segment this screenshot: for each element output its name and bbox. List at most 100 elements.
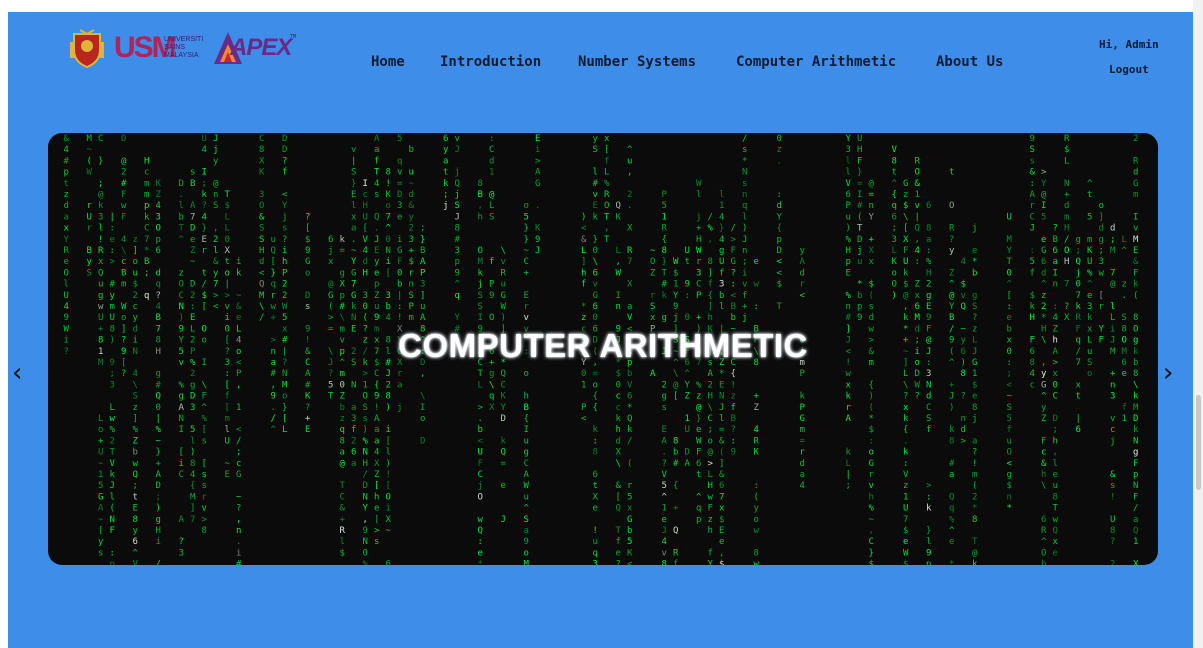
matrix-glyph: : bbox=[1030, 179, 1035, 189]
matrix-glyph: h bbox=[708, 313, 713, 323]
matrix-glyph: Z bbox=[754, 403, 760, 413]
nav-about-us[interactable]: About Us bbox=[936, 54, 1003, 70]
matrix-glyph: 2 bbox=[110, 436, 115, 446]
matrix-glyph: k bbox=[949, 425, 955, 435]
matrix-glyph: z bbox=[179, 268, 184, 278]
matrix-glyph: a bbox=[443, 156, 448, 166]
matrix-glyph: z bbox=[64, 190, 69, 200]
matrix-glyph: D bbox=[363, 481, 368, 491]
matrix-glyph: 3 bbox=[455, 246, 460, 256]
matrix-glyph: H bbox=[156, 526, 161, 536]
matrix-glyph: ) bbox=[190, 448, 195, 458]
matrix-glyph: g bbox=[489, 369, 494, 379]
matrix-glyph: 8 bbox=[673, 436, 678, 446]
matrix-glyph: 6 bbox=[386, 560, 391, 565]
matrix-glyph: C bbox=[478, 470, 483, 480]
matrix-glyph: ^ bbox=[1087, 280, 1093, 290]
matrix-glyph: q bbox=[489, 392, 494, 402]
matrix-glyph: ; bbox=[1110, 235, 1115, 245]
matrix-glyph: s bbox=[202, 481, 207, 491]
matrix-glyph: 6 bbox=[593, 302, 598, 312]
matrix-glyph: ; bbox=[98, 179, 103, 189]
nav-number-systems[interactable]: Number Systems bbox=[578, 54, 696, 70]
matrix-glyph: l bbox=[593, 168, 598, 178]
matrix-glyph: Q bbox=[259, 280, 264, 290]
nav-computer-arithmetic[interactable]: Computer Arithmetic bbox=[736, 54, 896, 70]
matrix-glyph: 9 bbox=[374, 392, 379, 402]
matrix-glyph: A bbox=[846, 414, 852, 424]
matrix-glyph: I bbox=[179, 425, 184, 435]
matrix-glyph: I bbox=[1041, 201, 1046, 211]
carousel-prev-arrow-icon[interactable]: ‹ bbox=[12, 360, 22, 386]
matrix-glyph: ^ bbox=[685, 369, 691, 379]
matrix-glyph: F bbox=[478, 459, 483, 469]
matrix-glyph: G bbox=[627, 515, 632, 525]
matrix-glyph: x bbox=[1053, 537, 1059, 547]
matrix-glyph: J bbox=[386, 369, 391, 379]
scrollbar-thumb[interactable] bbox=[1196, 395, 1201, 490]
matrix-glyph: 6 bbox=[892, 212, 897, 222]
matrix-glyph: J bbox=[1030, 224, 1035, 234]
matrix-glyph: 1 bbox=[685, 414, 690, 424]
matrix-glyph: ? bbox=[1110, 537, 1115, 547]
matrix-glyph: ^ bbox=[202, 403, 208, 413]
matrix-glyph: 4 bbox=[190, 470, 195, 480]
matrix-glyph: O bbox=[259, 201, 264, 211]
matrix-glyph: s bbox=[98, 548, 103, 558]
matrix-glyph: D bbox=[777, 246, 782, 256]
matrix-glyph: ] bbox=[708, 268, 713, 278]
matrix-glyph: m bbox=[121, 280, 126, 290]
matrix-glyph: 3 bbox=[1087, 302, 1092, 312]
matrix-glyph: G bbox=[1133, 179, 1138, 189]
matrix-glyph: u bbox=[409, 168, 414, 178]
matrix-glyph: Y bbox=[673, 291, 679, 301]
matrix-glyph: U bbox=[98, 313, 103, 323]
matrix-glyph: y bbox=[800, 246, 806, 256]
matrix-glyph: b bbox=[340, 403, 345, 413]
matrix-glyph: W bbox=[282, 302, 288, 312]
matrix-glyph: 3 bbox=[386, 291, 391, 301]
logout-link[interactable]: Logout bbox=[1109, 63, 1149, 76]
matrix-glyph: ) bbox=[386, 403, 391, 413]
matrix-glyph: X bbox=[374, 459, 380, 469]
scrollbar-track[interactable] bbox=[1193, 0, 1203, 648]
matrix-glyph: V bbox=[903, 470, 909, 480]
slide-title: COMPUTER ARITHMETIC bbox=[398, 327, 808, 364]
matrix-glyph: 3 bbox=[156, 212, 161, 222]
matrix-glyph: X bbox=[903, 235, 909, 245]
matrix-glyph: ? bbox=[731, 268, 736, 278]
matrix-glyph: L bbox=[110, 403, 115, 413]
matrix-glyph: s bbox=[662, 403, 667, 413]
nav-introduction[interactable]: Introduction bbox=[440, 54, 541, 70]
matrix-glyph: < bbox=[259, 268, 265, 278]
matrix-glyph: Z bbox=[190, 246, 196, 256]
matrix-glyph: D bbox=[282, 145, 287, 155]
matrix-glyph: 8 bbox=[926, 224, 931, 234]
nav-home[interactable]: Home bbox=[371, 54, 405, 70]
matrix-glyph: $ bbox=[903, 201, 908, 211]
matrix-glyph: ^ bbox=[892, 179, 898, 189]
matrix-glyph: Q bbox=[915, 224, 920, 234]
matrix-glyph: % bbox=[949, 515, 955, 525]
matrix-glyph: $ bbox=[961, 280, 966, 290]
matrix-glyph: 0 bbox=[685, 313, 690, 323]
matrix-glyph: 0 bbox=[363, 302, 368, 312]
matrix-glyph: < bbox=[581, 224, 587, 234]
matrix-glyph: 0 bbox=[156, 403, 161, 413]
matrix-glyph: / bbox=[156, 560, 161, 565]
matrix-glyph: F bbox=[857, 156, 862, 166]
matrix-glyph: W bbox=[121, 302, 127, 312]
matrix-glyph: e bbox=[972, 392, 977, 402]
matrix-glyph: 9 bbox=[673, 302, 678, 312]
matrix-glyph: ~ bbox=[1007, 392, 1013, 402]
matrix-glyph: % bbox=[179, 380, 185, 390]
matrix-glyph: W bbox=[501, 302, 507, 312]
matrix-glyph: 4 bbox=[662, 537, 667, 547]
carousel-next-arrow-icon[interactable]: › bbox=[1163, 360, 1173, 386]
matrix-glyph: $ bbox=[133, 280, 138, 290]
matrix-glyph: 1 bbox=[363, 380, 368, 390]
matrix-glyph: * bbox=[581, 302, 586, 312]
matrix-glyph: i bbox=[535, 145, 540, 155]
matrix-glyph: P bbox=[696, 291, 702, 301]
matrix-glyph: ^ bbox=[662, 492, 668, 502]
